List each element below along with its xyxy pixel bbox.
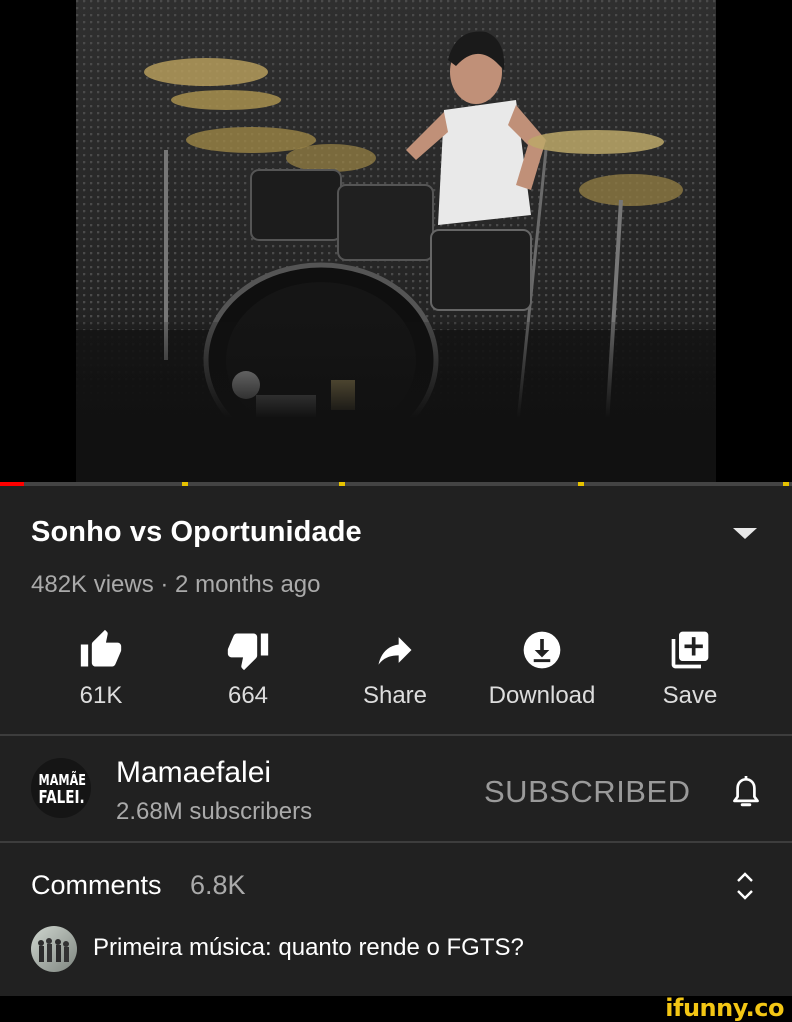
divider (0, 734, 792, 736)
download-icon (523, 631, 561, 669)
expand-comments-icon[interactable] (733, 868, 757, 904)
subscribed-button[interactable]: SUBSCRIBED (484, 774, 691, 810)
commenter-avatar-image (38, 938, 69, 962)
download-button[interactable]: Download (462, 624, 622, 724)
channel-name[interactable]: Mamaefalei (116, 756, 271, 790)
video-vignette (76, 322, 716, 482)
like-count: 61K (79, 682, 123, 709)
comments-header-label[interactable]: Comments (31, 870, 162, 901)
top-comment-text[interactable]: Primeira música: quanto rende o FGTS? (93, 934, 524, 962)
save-button[interactable]: Save (610, 624, 770, 724)
share-icon (378, 637, 412, 665)
download-label: Download (488, 682, 596, 709)
dislike-button[interactable]: 664 (168, 624, 328, 724)
share-label: Share (362, 682, 428, 709)
share-button[interactable]: Share (315, 624, 475, 724)
thumbs-up-icon (80, 629, 122, 667)
avatar-text-line2: FALEI. (38, 787, 85, 808)
video-info-panel: Sonho vs Oportunidade 482K views · 2 mon… (0, 486, 792, 998)
subscriber-count: 2.68M subscribers (116, 798, 313, 825)
video-player[interactable] (0, 0, 792, 482)
notification-bell-icon[interactable] (728, 774, 764, 814)
dislike-count: 664 (227, 682, 269, 709)
action-bar: 61K 664 Share Download Save (0, 624, 792, 724)
video-meta: 482K views · 2 months ago (31, 571, 321, 598)
comments-count: 6.8K (190, 870, 246, 900)
save-label: Save (662, 682, 718, 709)
video-frame[interactable] (76, 0, 716, 482)
channel-avatar[interactable]: MAMÃE FALEI. (31, 758, 91, 818)
expand-description-icon[interactable] (733, 528, 757, 539)
video-title[interactable]: Sonho vs Oportunidade (31, 516, 362, 549)
ifunny-watermark: ifunny.co (665, 994, 784, 1022)
thumbs-down-icon (227, 633, 269, 671)
add-to-playlist-icon (671, 631, 709, 669)
commenter-avatar[interactable] (31, 926, 77, 972)
like-button[interactable]: 61K (21, 624, 181, 724)
divider (0, 841, 792, 843)
